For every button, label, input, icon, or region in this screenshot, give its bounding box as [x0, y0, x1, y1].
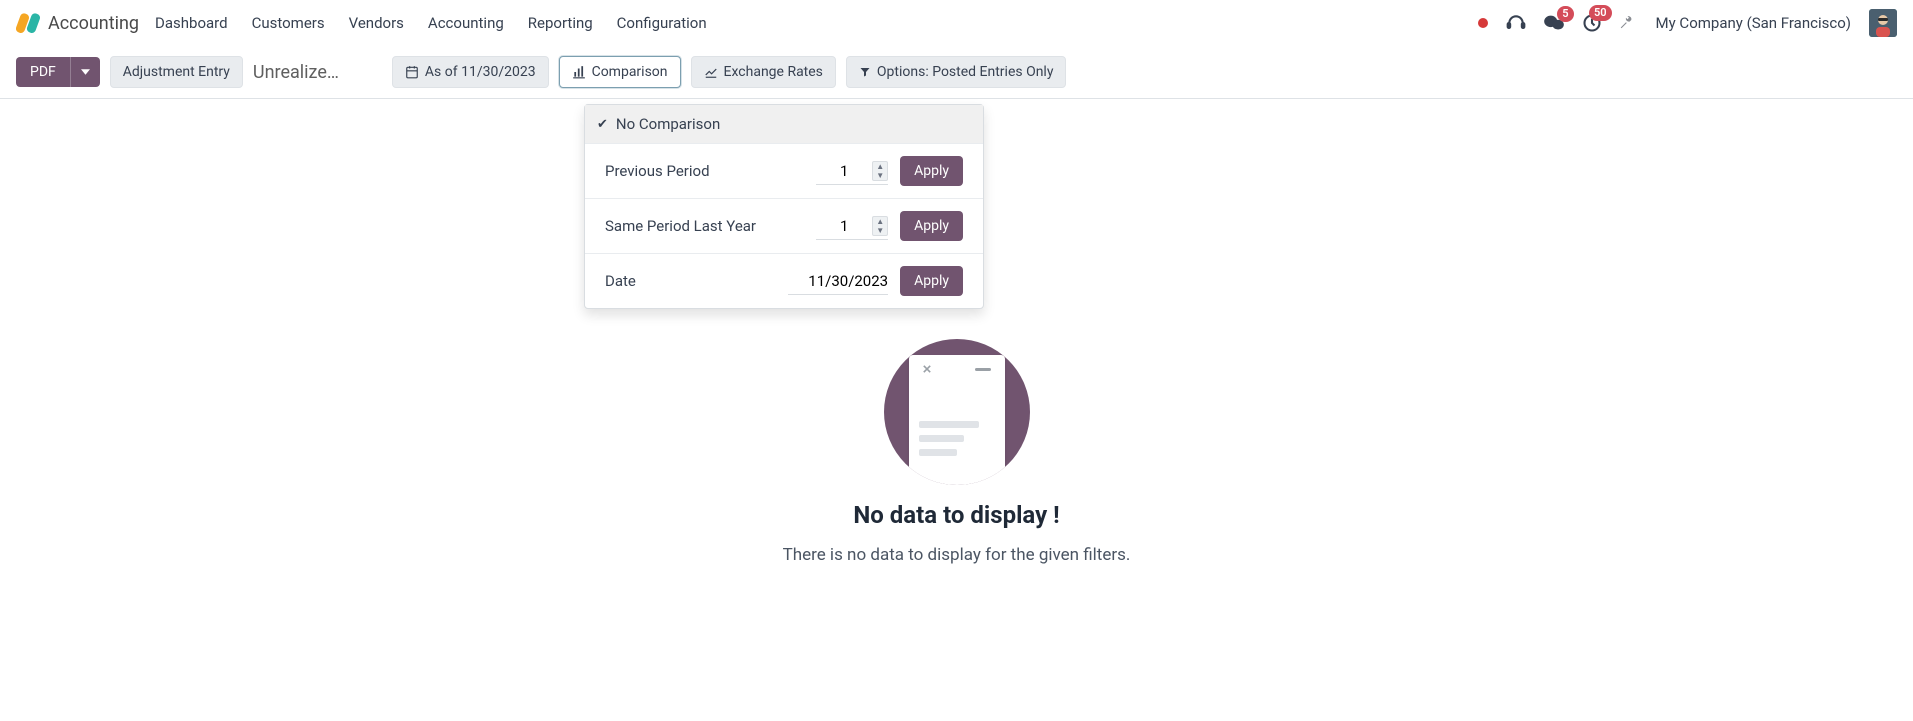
- comparison-filter-button[interactable]: Comparison: [559, 56, 681, 88]
- options-filter-label: Options: Posted Entries Only: [877, 64, 1054, 80]
- exchange-rates-button[interactable]: Exchange Rates: [691, 56, 836, 88]
- navbar: Accounting Dashboard Customers Vendors A…: [0, 0, 1913, 46]
- no-comparison-option[interactable]: ✔ No Comparison: [585, 105, 983, 144]
- comparison-dropdown: ✔ No Comparison Previous Period ▲ ▼ Appl…: [584, 104, 984, 309]
- previous-period-row: Previous Period ▲ ▼ Apply: [585, 144, 983, 199]
- previous-period-label: Previous Period: [605, 162, 710, 180]
- pdf-button-group: PDF: [16, 57, 100, 87]
- previous-period-spinbox: ▲ ▼: [816, 158, 888, 185]
- nav-dashboard[interactable]: Dashboard: [155, 14, 228, 32]
- same-period-up[interactable]: ▲: [873, 217, 887, 226]
- same-period-row: Same Period Last Year ▲ ▼ Apply: [585, 199, 983, 254]
- adjustment-entry-button[interactable]: Adjustment Entry: [110, 56, 243, 88]
- date-row: Date Apply: [585, 254, 983, 308]
- nav-reporting[interactable]: Reporting: [528, 14, 593, 32]
- activities-badge: 50: [1589, 5, 1612, 21]
- nav-vendors[interactable]: Vendors: [349, 14, 404, 32]
- avatar[interactable]: [1869, 9, 1897, 37]
- same-period-spinbox: ▲ ▼: [816, 213, 888, 240]
- breadcrumb: Unrealized Currency Gains/Losses: [253, 62, 348, 83]
- calendar-icon: [405, 65, 419, 79]
- nav-menu: Dashboard Customers Vendors Accounting R…: [155, 14, 1477, 32]
- pdf-dropdown-toggle[interactable]: [70, 57, 100, 87]
- previous-period-apply-button[interactable]: Apply: [900, 156, 963, 186]
- empty-title: No data to display !: [853, 501, 1059, 529]
- previous-period-up[interactable]: ▲: [873, 162, 887, 171]
- messages-badge: 5: [1557, 6, 1573, 22]
- messages-icon[interactable]: 5: [1544, 14, 1564, 32]
- app-logo[interactable]: [16, 11, 40, 35]
- previous-period-input[interactable]: [816, 158, 872, 184]
- options-filter-button[interactable]: Options: Posted Entries Only: [846, 56, 1067, 88]
- nav-customers[interactable]: Customers: [252, 14, 325, 32]
- same-period-input[interactable]: [816, 213, 872, 239]
- date-input[interactable]: [788, 268, 888, 295]
- no-comparison-label: No Comparison: [616, 115, 720, 133]
- date-filter-button[interactable]: As of 11/30/2023: [392, 56, 549, 88]
- support-icon[interactable]: [1506, 13, 1526, 33]
- activities-icon[interactable]: 50: [1582, 13, 1602, 33]
- company-name[interactable]: My Company (San Francisco): [1656, 14, 1851, 32]
- doc-x-icon: [923, 365, 931, 373]
- check-icon: ✔: [597, 117, 608, 132]
- same-period-apply-button[interactable]: Apply: [900, 211, 963, 241]
- nav-accounting[interactable]: Accounting: [428, 14, 504, 32]
- control-panel: PDF Adjustment Entry Unrealized Currency…: [0, 46, 1913, 99]
- filter-icon: [859, 65, 871, 79]
- systray: 5 50 My Company (San Francisco): [1478, 9, 1897, 37]
- same-period-down[interactable]: ▼: [873, 226, 887, 235]
- nav-configuration[interactable]: Configuration: [617, 14, 707, 32]
- bar-chart-icon: [572, 65, 586, 79]
- empty-subtitle: There is no data to display for the give…: [783, 545, 1131, 565]
- exchange-rates-label: Exchange Rates: [724, 64, 823, 80]
- caret-down-icon: [81, 69, 90, 75]
- previous-period-down[interactable]: ▼: [873, 171, 887, 180]
- date-apply-button[interactable]: Apply: [900, 266, 963, 296]
- comparison-filter-label: Comparison: [592, 64, 668, 80]
- empty-state-illustration: [884, 339, 1030, 485]
- brand-title[interactable]: Accounting: [48, 13, 139, 34]
- date-filter-label: As of 11/30/2023: [425, 64, 536, 80]
- line-chart-icon: [704, 65, 718, 79]
- tools-icon[interactable]: [1620, 14, 1638, 32]
- pdf-button[interactable]: PDF: [16, 57, 70, 87]
- same-period-label: Same Period Last Year: [605, 217, 756, 235]
- date-label: Date: [605, 272, 636, 290]
- recording-indicator-icon: [1478, 18, 1488, 28]
